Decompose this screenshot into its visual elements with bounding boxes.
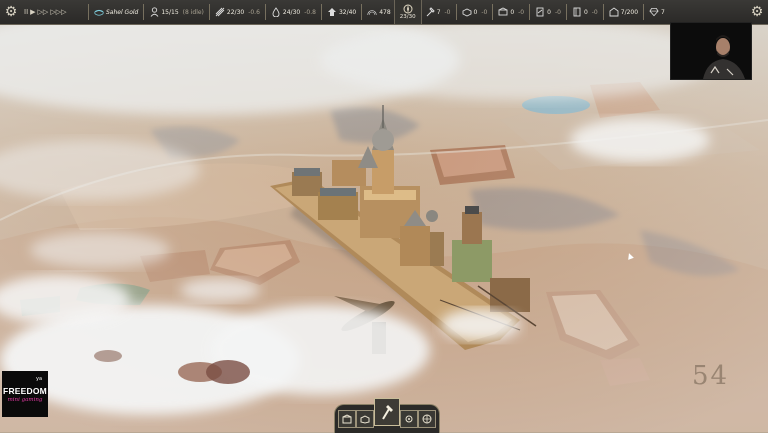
fabric-rate: -0 (518, 8, 525, 16)
altitude-value: 478 (379, 8, 391, 16)
water-rate: -0.8 (304, 8, 316, 16)
resource-gem[interactable]: 7 (646, 0, 668, 24)
wood-value: 0 (473, 8, 478, 16)
population-stat[interactable]: 15/15 (8 idle) (146, 0, 207, 24)
resource-wood[interactable]: 0 -0 (459, 0, 491, 24)
book-value: 0 (583, 8, 588, 16)
streamer-silhouette (671, 23, 751, 79)
housing-stat[interactable]: 32/40 (324, 0, 359, 24)
divider (643, 4, 645, 20)
toolbar-button-resources[interactable] (356, 410, 374, 428)
logo-line2: mini gaming (7, 396, 43, 403)
population-icon (149, 7, 159, 17)
water-stat[interactable]: 24/30 -0.8 (268, 0, 319, 24)
settings-gear-icon[interactable]: ⚙ (746, 1, 768, 23)
divider (565, 4, 567, 20)
region-globe-icon (94, 7, 104, 17)
fast-forward-button[interactable]: ▷▷ (38, 8, 49, 16)
water-icon (271, 7, 281, 17)
resource-storage[interactable]: 7/200 (606, 0, 641, 24)
divider (264, 4, 266, 20)
divider (455, 4, 457, 20)
storage-icon (609, 7, 619, 17)
hammer-rate: -0 (444, 8, 451, 16)
menu-gear-icon[interactable]: ⚙ (0, 1, 22, 23)
world-scene (0, 0, 768, 432)
divider (208, 4, 210, 20)
altitude-icon (367, 7, 377, 17)
logo-line1: FREEDOM (3, 385, 47, 396)
food-rate: -0.6 (248, 8, 260, 16)
divider (361, 4, 363, 20)
food-icon (215, 7, 225, 17)
altitude-stat[interactable]: 478 (364, 0, 393, 24)
resource-book[interactable]: 0 -0 (569, 0, 601, 24)
region-name: Sahel Gold (106, 8, 139, 16)
storage-value: 7/200 (620, 8, 639, 16)
center-value: 23/30 (399, 14, 416, 20)
fastest-forward-button[interactable]: ▷▷▷ (50, 8, 66, 16)
book-rate: -0 (591, 8, 598, 16)
play-button[interactable]: ▶ (30, 8, 35, 16)
resource-fabric[interactable]: 0 -0 (495, 0, 527, 24)
population-idle: (8 idle) (182, 8, 204, 16)
wood-rate: -0 (481, 8, 488, 16)
top-hud-bar: ⚙ II ▶ ▷▷ ▷▷▷ Sahel Gold 15/15 (8 idle) … (0, 0, 768, 25)
gem-value: 7 (661, 8, 665, 16)
toolbar-button-map[interactable] (418, 410, 436, 428)
housing-value: 32/40 (338, 8, 357, 16)
resource-hammer[interactable]: 7 -0 (422, 0, 454, 24)
game-speed-controls: II ▶ ▷▷ ▷▷▷ (24, 8, 86, 16)
divider (320, 4, 322, 20)
compass-rose-icon (422, 414, 432, 424)
hammer-icon (425, 7, 435, 17)
gem-icon (649, 7, 659, 17)
divider (143, 4, 145, 20)
webcam-overlay (670, 22, 752, 80)
build-button[interactable] (374, 398, 400, 426)
logo-mark: ya (36, 376, 43, 382)
divider (88, 4, 89, 20)
divider (529, 4, 531, 20)
resource-paper[interactable]: 0 -0 (532, 0, 564, 24)
fabric-icon (498, 7, 508, 17)
paper-rate: -0 (554, 8, 561, 16)
food-value: 22/30 (226, 8, 245, 16)
compass-icon (403, 4, 413, 14)
map-region-number: 54 (692, 361, 730, 391)
fabric-value: 0 (510, 8, 515, 16)
population-value: 15/15 (161, 8, 179, 16)
divider (492, 4, 494, 20)
paper-icon (535, 7, 545, 17)
build-hammer-icon (382, 405, 393, 420)
channel-logo: ya FREEDOM mini gaming (2, 371, 48, 417)
water-value: 24/30 (282, 8, 301, 16)
book-icon (572, 7, 582, 17)
hammer-value: 7 (436, 8, 441, 16)
housing-icon (327, 7, 337, 17)
paper-value: 0 (547, 8, 551, 16)
region-indicator[interactable]: Sahel Gold (91, 0, 141, 24)
center-compass-display[interactable]: 23/30 (393, 0, 422, 24)
toolbar-button-research[interactable] (400, 410, 418, 428)
food-stat[interactable]: 22/30 -0.6 (212, 0, 263, 24)
wood-icon (462, 7, 472, 17)
toolbar-button-dock[interactable] (338, 410, 356, 428)
game-world-view[interactable] (0, 0, 768, 432)
crate-icon (360, 415, 370, 424)
divider (602, 4, 604, 20)
pause-button[interactable]: II (24, 8, 28, 16)
gear-cog-icon (405, 415, 413, 423)
bottom-toolbar (334, 398, 440, 433)
dock-icon (342, 414, 352, 424)
